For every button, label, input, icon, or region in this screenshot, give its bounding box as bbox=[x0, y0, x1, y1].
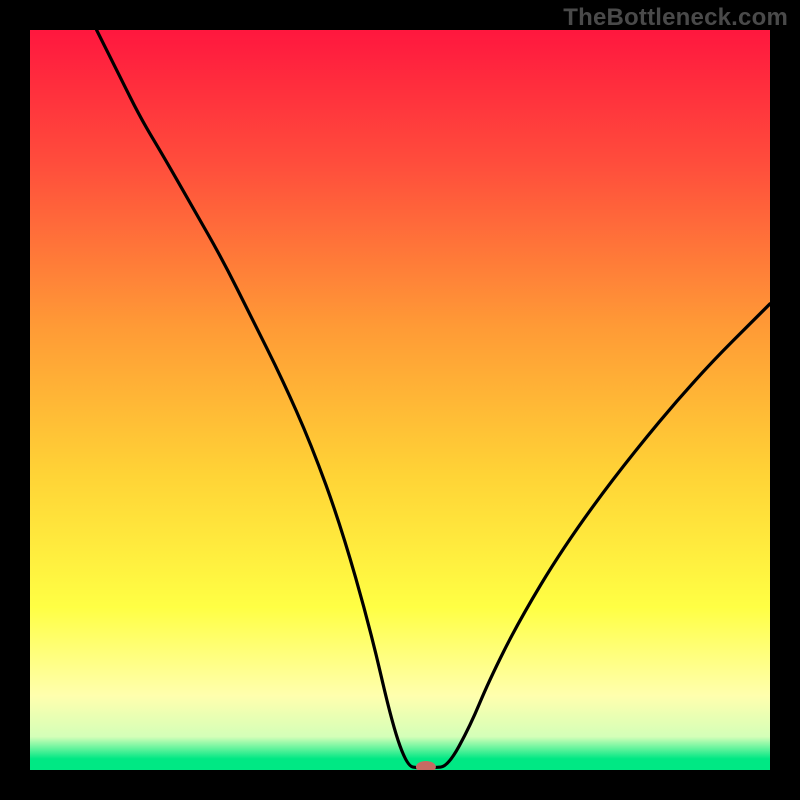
bottleneck-chart bbox=[30, 30, 770, 770]
watermark-label: TheBottleneck.com bbox=[563, 4, 788, 32]
chart-frame: TheBottleneck.com bbox=[0, 0, 800, 800]
plot-area bbox=[30, 30, 770, 770]
gradient-background bbox=[30, 30, 770, 770]
